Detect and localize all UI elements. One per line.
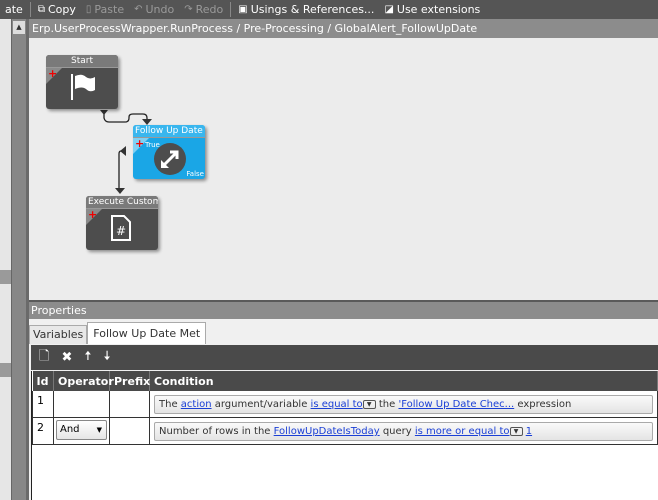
query-link[interactable]: FollowUpDateIsToday xyxy=(274,426,380,437)
use-extensions-button[interactable]: ◪ Use extensions xyxy=(379,3,485,16)
breadcrumb: Erp.UserProcessWrapper.RunProcess / Pre-… xyxy=(29,19,658,38)
grid-header-row: Id Operator Prefix Condition xyxy=(32,371,658,391)
properties-tabs: Variables Follow Up Date Met xyxy=(29,322,207,344)
redo-label: Redo xyxy=(195,3,224,16)
code-file-icon: # xyxy=(111,215,131,241)
comparison-link[interactable]: is more or equal to xyxy=(415,426,510,437)
cell-id: 1 xyxy=(32,391,54,418)
left-panel-bar xyxy=(0,363,11,377)
references-icon: ▣ xyxy=(238,4,248,15)
redo-icon: ↷ xyxy=(184,4,193,15)
redo-button[interactable]: ↷ Redo xyxy=(179,3,228,16)
toolbar-separator xyxy=(230,2,232,17)
connector-start-to-condition xyxy=(103,110,148,123)
copy-label: Copy xyxy=(47,3,76,16)
conditions-grid: Id Operator Prefix Condition 1 The actio… xyxy=(31,371,658,500)
scroll-up-icon[interactable]: ▲ xyxy=(13,21,25,34)
copy-icon: ⧉ xyxy=(37,4,45,15)
column-header-condition[interactable]: Condition xyxy=(149,371,658,391)
main-toolbar: ate ⧉ Copy ▯ Paste ↶ Undo ↷ Redo ▣ Usings & R… xyxy=(0,0,658,19)
table-row[interactable]: 1 The action argument/variable is equal … xyxy=(32,391,658,418)
tab-variables[interactable]: Variables xyxy=(29,325,88,344)
condition-arrows-icon xyxy=(154,143,186,175)
false-port-label: False xyxy=(186,170,204,178)
cell-operator[interactable] xyxy=(53,391,110,418)
flag-icon xyxy=(71,74,95,100)
cell-prefix[interactable] xyxy=(109,417,150,445)
cell-id: 2 xyxy=(32,417,54,445)
update-label: ate xyxy=(5,3,23,16)
comparison-link[interactable]: is equal to xyxy=(311,399,363,410)
text: Number of rows in the xyxy=(159,426,274,437)
add-icon[interactable]: + xyxy=(88,208,97,221)
checkbox-icon: ◪ xyxy=(384,4,394,15)
paste-label: Paste xyxy=(94,3,125,16)
add-icon[interactable]: + xyxy=(48,67,57,80)
paste-button[interactable]: ▯ Paste xyxy=(81,3,129,16)
column-header-operator[interactable]: Operator xyxy=(53,371,114,391)
delete-icon[interactable]: ✖ xyxy=(61,350,72,365)
column-header-prefix[interactable]: Prefix xyxy=(109,371,150,391)
execute-code-node[interactable]: Execute Custom Code + # xyxy=(86,196,158,250)
move-down-icon[interactable]: 🠇 xyxy=(103,347,110,369)
operator-value: And xyxy=(60,424,80,435)
new-row-icon[interactable]: 🗋 xyxy=(39,347,49,369)
condition-sentence: Number of rows in the FollowUpDateIsToda… xyxy=(154,422,653,441)
cell-condition: The action argument/variable is equal to… xyxy=(149,391,658,418)
connector-arrow xyxy=(120,146,126,156)
connector-arrow xyxy=(100,110,108,115)
connectors xyxy=(100,110,152,194)
update-button[interactable]: ate xyxy=(0,3,28,16)
cell-operator: And ▼ xyxy=(53,417,110,445)
operator-select[interactable]: And ▼ xyxy=(56,420,107,440)
workflow-canvas[interactable]: Start + Follow Up Date Me + True False E… xyxy=(29,38,658,300)
cell-condition: Number of rows in the FollowUpDateIsToda… xyxy=(149,417,658,445)
expression-link[interactable]: 'Follow Up Date Chec... xyxy=(398,399,514,410)
text: expression xyxy=(514,399,572,410)
properties-header: Properties xyxy=(29,302,658,319)
argument-link[interactable]: action xyxy=(181,399,212,410)
paste-icon: ▯ xyxy=(85,4,92,15)
vertical-scrollbar[interactable]: ▲ xyxy=(11,19,26,500)
text: The xyxy=(159,399,181,410)
chevron-down-icon: ▼ xyxy=(96,426,102,434)
tab-follow-up-date-met[interactable]: Follow Up Date Met xyxy=(87,322,207,344)
undo-label: Undo xyxy=(145,3,175,16)
connector-true-to-code xyxy=(118,150,126,190)
svg-text:#: # xyxy=(116,224,126,238)
condition-node[interactable]: Follow Up Date Me + True False xyxy=(133,125,205,179)
extensions-label: Use extensions xyxy=(396,3,481,16)
usings-references-button[interactable]: ▣ Usings & References... xyxy=(233,3,379,16)
cell-prefix[interactable] xyxy=(109,391,150,418)
properties-panel: Variables Follow Up Date Met 🗋 ✖ 🠅 🠇 Id … xyxy=(29,319,658,500)
move-up-icon[interactable]: 🠅 xyxy=(84,347,91,369)
undo-button[interactable]: ↶ Undo xyxy=(129,3,179,16)
text: argument/variable xyxy=(211,399,311,410)
start-node[interactable]: Start + xyxy=(46,55,118,109)
left-panel xyxy=(0,19,11,500)
copy-button[interactable]: ⧉ Copy xyxy=(33,3,81,16)
text: query xyxy=(379,426,415,437)
usings-label: Usings & References... xyxy=(250,3,375,16)
value-link[interactable]: 1 xyxy=(526,426,532,437)
toolbar-separator xyxy=(29,2,31,17)
conditions-toolbar: 🗋 ✖ 🠅 🠇 xyxy=(31,345,658,370)
dropdown-icon[interactable]: ▼ xyxy=(362,399,376,409)
dropdown-icon[interactable]: ▼ xyxy=(509,426,523,436)
condition-sentence: The action argument/variable is equal to… xyxy=(154,395,653,414)
column-header-id[interactable]: Id xyxy=(32,371,54,391)
add-icon[interactable]: + xyxy=(135,137,144,150)
text: the xyxy=(375,399,399,410)
left-panel-bar xyxy=(0,270,11,284)
connector-arrow xyxy=(115,188,125,194)
undo-icon: ↶ xyxy=(134,4,143,15)
table-row[interactable]: 2 And ▼ Number of rows in the FollowUpDat… xyxy=(32,417,658,445)
